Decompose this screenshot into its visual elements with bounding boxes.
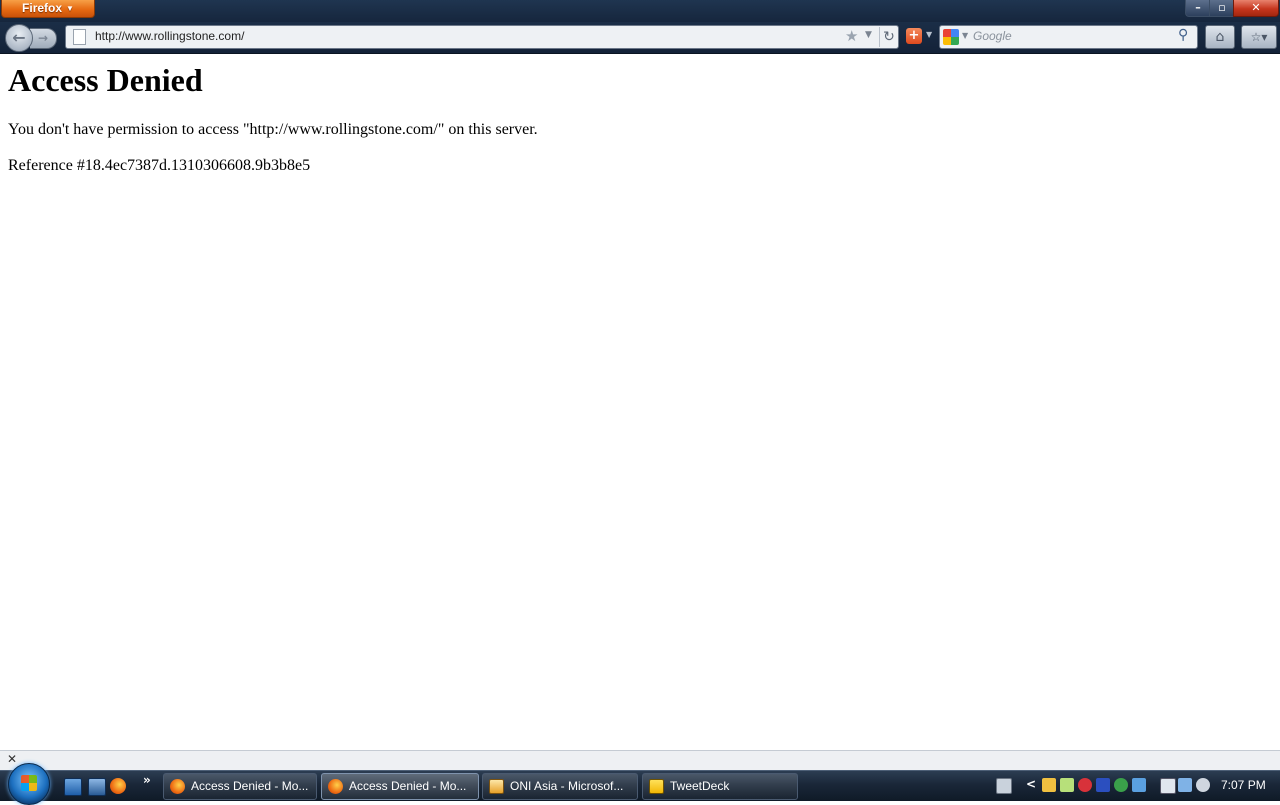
firefox-icon (328, 779, 343, 794)
bookmark-star-icon[interactable]: ★ (845, 27, 858, 45)
firefox-icon[interactable] (110, 778, 126, 794)
dropdown-arrow-icon: ▼ (66, 4, 74, 13)
taskbar-item[interactable]: Access Denied - Mo... (163, 773, 317, 800)
tray-app-icon[interactable] (1078, 778, 1092, 792)
reload-icon[interactable]: ↻ (879, 27, 898, 47)
taskbar-item-active[interactable]: Access Denied - Mo... (321, 773, 479, 800)
close-button[interactable]: ✕ (1233, 0, 1279, 17)
search-icon[interactable]: ⚲ (1178, 27, 1188, 43)
show-hidden-icons-icon[interactable]: < (1026, 777, 1036, 791)
firefox-menu-button[interactable]: Firefox ▼ (1, 0, 95, 18)
title-bar: Firefox ▼ – ▫ ✕ (0, 0, 1280, 22)
addon-dropdown-icon[interactable]: ▼ (926, 30, 932, 39)
shield-icon[interactable] (1096, 778, 1110, 792)
address-bar[interactable]: http://www.rollingstone.com/ ★ ▼ ↻ (65, 25, 899, 49)
firefox-menu-label: Firefox (22, 1, 63, 15)
firefox-icon (170, 779, 185, 794)
home-button[interactable]: ⌂ (1205, 25, 1235, 49)
switch-windows-icon[interactable] (88, 778, 106, 796)
search-bar[interactable]: ▼ ⚲ (939, 25, 1198, 49)
network-icon[interactable] (1178, 778, 1192, 792)
back-button[interactable]: ← (5, 24, 33, 52)
taskbar-item[interactable]: TweetDeck (642, 773, 798, 800)
volume-muted-icon[interactable] (1196, 778, 1210, 792)
page-icon (73, 29, 86, 45)
error-message: You don't have permission to access "htt… (8, 121, 538, 138)
reference-text: Reference #18.4ec7387d.1310306608.9b3b8e… (8, 157, 311, 174)
taskbar-item-label: Access Denied - Mo... (191, 779, 309, 793)
history-dropdown-icon[interactable]: ▼ (865, 30, 872, 40)
show-desktop-icon[interactable] (64, 778, 82, 796)
taskbar-item-label: Access Denied - Mo... (349, 779, 467, 793)
page-content: Access Denied You don't have permission … (0, 54, 1280, 750)
tweetdeck-icon (649, 779, 664, 794)
home-icon: ⌂ (1215, 29, 1225, 45)
taskbar-item-label: TweetDeck (670, 779, 730, 793)
tray-app-icon[interactable] (1042, 778, 1056, 792)
keyboard-icon[interactable] (996, 778, 1012, 794)
taskbar-item[interactable]: ONI Asia - Microsof... (482, 773, 638, 800)
search-input[interactable] (973, 29, 1173, 43)
taskbar-item-label: ONI Asia - Microsof... (510, 779, 624, 793)
bookmarks-button[interactable]: ☆▾ (1241, 25, 1277, 49)
tray-app-icon[interactable] (1132, 778, 1146, 792)
search-engine-dropdown-icon[interactable]: ▼ (962, 31, 968, 40)
page-title: Access Denied (8, 62, 203, 98)
maximize-button[interactable]: ▫ (1209, 0, 1235, 17)
tray-app-icon[interactable] (1114, 778, 1128, 792)
outlook-icon (489, 779, 504, 794)
addon-bar: ✕ (0, 750, 1280, 770)
start-button[interactable] (8, 763, 50, 805)
google-icon[interactable] (943, 29, 959, 45)
quick-launch-more-icon[interactable]: » (143, 773, 151, 787)
bookmarks-star-icon: ☆▾ (1250, 30, 1268, 44)
minimize-button[interactable]: – (1185, 0, 1211, 17)
addon-plus-icon[interactable]: + (906, 28, 922, 44)
clock[interactable]: 7:07 PM (1221, 778, 1266, 792)
close-icon[interactable]: ✕ (7, 752, 17, 766)
url-text[interactable]: http://www.rollingstone.com/ (95, 29, 244, 43)
taskbar: » Access Denied - Mo... Access Denied - … (0, 763, 1280, 805)
tray-app-icon[interactable] (1060, 778, 1074, 792)
forward-button[interactable]: → (30, 28, 57, 49)
windows-logo-icon (21, 775, 37, 791)
navigation-toolbar: → ← http://www.rollingstone.com/ ★ ▼ ↻ +… (0, 22, 1280, 54)
battery-icon[interactable] (1160, 778, 1176, 794)
